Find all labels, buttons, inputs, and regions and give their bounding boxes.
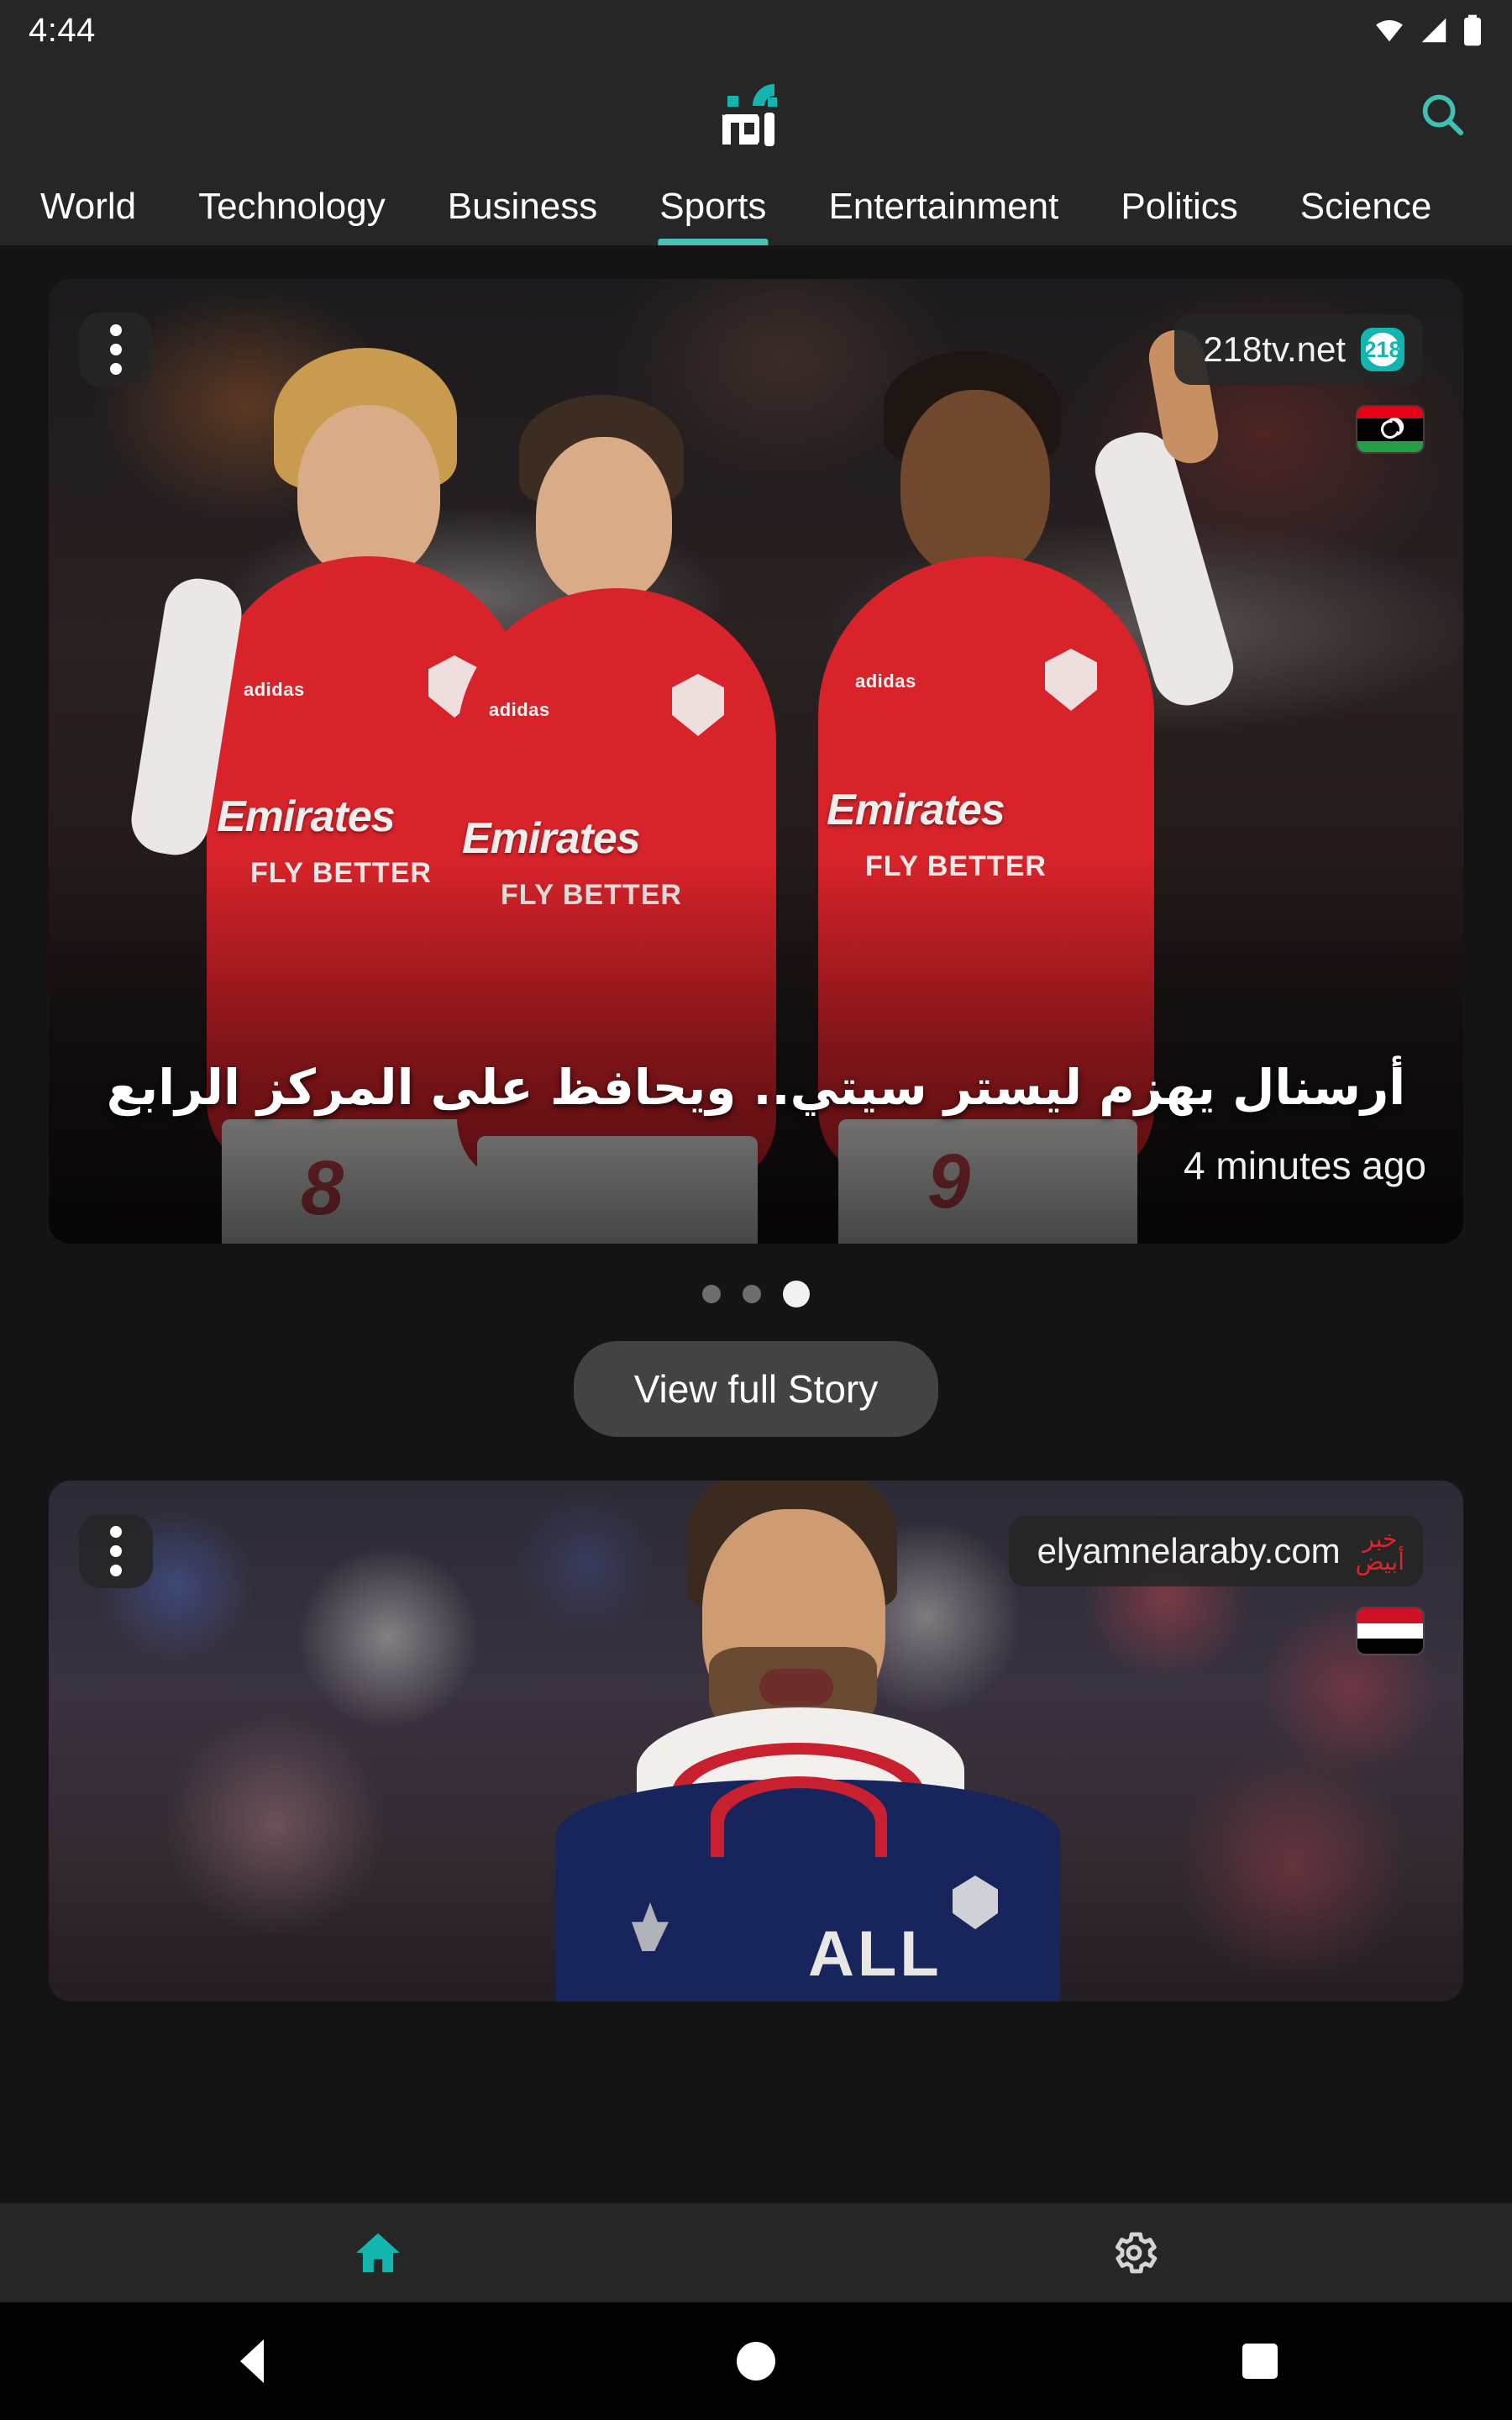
app-logo-icon [722, 84, 777, 146]
libya-flag-icon [1357, 407, 1423, 452]
pagination-dot-3[interactable] [783, 1281, 810, 1307]
home-circle-icon [737, 2342, 775, 2381]
crescent-star-icon [1377, 416, 1404, 443]
status-bar: 4:44 [0, 0, 1512, 60]
yemen-flag-icon [1357, 1608, 1423, 1654]
search-button[interactable] [1404, 76, 1480, 152]
flag-stripe [1357, 407, 1423, 418]
news-feed[interactable]: adidas Emirates FLY BETTER 8 adidas Emir… [0, 245, 1512, 2254]
more-vertical-icon-dot [110, 344, 122, 355]
source-logo-218-icon: 218 [1361, 328, 1404, 371]
recents-square-icon [1242, 2344, 1278, 2379]
tab-label: Business [447, 186, 598, 227]
news-card-arsenal[interactable]: adidas Emirates FLY BETTER 8 adidas Emir… [49, 279, 1463, 1244]
more-vertical-icon-dot [110, 1526, 122, 1538]
app-bar: أخبار [0, 60, 1512, 168]
mouth [759, 1669, 833, 1706]
collar-inner [724, 1788, 875, 1859]
tab-business[interactable]: Business [417, 168, 629, 245]
phone-screen: 4:44 World Technology Business Sports En… [0, 0, 1512, 2420]
bottom-nav-settings[interactable] [756, 2227, 1512, 2279]
more-vertical-icon-dot [110, 363, 122, 375]
tab-politics[interactable]: Politics [1089, 168, 1268, 245]
tab-label: Sports [659, 186, 767, 227]
card-image: adidas Emirates FLY BETTER 8 adidas Emir… [49, 279, 1463, 1244]
status-bar-icons [1373, 13, 1483, 47]
android-home-button[interactable] [504, 2342, 1008, 2381]
more-vertical-icon-dot [110, 1565, 122, 1576]
more-vertical-icon-dot [110, 324, 122, 336]
card-source-name: elyamnelaraby.com [1037, 1531, 1341, 1570]
card-image: ALL elyamnelaraby.com خبر أبيض [49, 1481, 1463, 2002]
flag-stripe [1357, 440, 1423, 452]
more-vertical-icon-dot [110, 1545, 122, 1557]
home-icon [356, 2233, 400, 2273]
flag-stripe [1357, 1639, 1423, 1654]
flag-stripe [1357, 416, 1423, 443]
carousel-pagination[interactable] [0, 1281, 1512, 1307]
flag-stripe [1357, 1623, 1423, 1639]
card-overflow-menu-button[interactable] [79, 313, 153, 387]
bottom-nav-home[interactable] [0, 2227, 756, 2279]
source-logo-text: 218 [1363, 336, 1402, 362]
android-navigation-bar [0, 2302, 1512, 2420]
pagination-dot-1[interactable] [702, 1285, 721, 1303]
tab-science[interactable]: Science [1269, 168, 1463, 245]
tab-label: World [40, 186, 137, 227]
source-logo-elyamnelaraby-icon: خبر أبيض [1355, 1525, 1404, 1576]
view-full-story-wrap: View full Story [0, 1341, 1512, 1437]
tab-technology[interactable]: Technology [167, 168, 417, 245]
news-card-messi[interactable]: ALL elyamnelaraby.com خبر أبيض [49, 1481, 1463, 2002]
pagination-dot-2[interactable] [743, 1285, 761, 1303]
android-recents-button[interactable] [1008, 2344, 1512, 2379]
card-source-badge[interactable]: elyamnelaraby.com خبر أبيض [1008, 1516, 1423, 1586]
wifi-icon [1376, 20, 1403, 42]
view-full-story-button[interactable]: View full Story [573, 1341, 939, 1437]
back-triangle-icon [240, 2339, 264, 2383]
search-icon [1422, 94, 1464, 136]
card-source-badge[interactable]: 218tv.net 218 [1174, 314, 1423, 385]
cellular-signal-icon [1421, 18, 1446, 43]
card-overflow-menu-button[interactable] [79, 1514, 153, 1588]
card-headline: أرسنال يهزم ليستر سيتي.. ويحافظ على المر… [106, 1058, 1406, 1116]
tab-label: Technology [198, 186, 386, 227]
bottom-navigation-bar [0, 2203, 1512, 2302]
category-tab-bar[interactable]: World Technology Business Sports Enterta… [0, 168, 1512, 245]
jersey-text: ALL [808, 1918, 942, 1990]
card-source-name: 218tv.net [1203, 329, 1346, 369]
flag-stripe [1357, 1608, 1423, 1624]
tab-world[interactable]: World [34, 168, 167, 245]
tab-sports[interactable]: Sports [628, 168, 797, 245]
card-timestamp: 4 minutes ago [1184, 1144, 1426, 1187]
tab-entertainment[interactable]: Entertainment [797, 168, 1089, 245]
gear-icon [1115, 2232, 1158, 2274]
android-back-button[interactable] [0, 2339, 504, 2383]
tab-label: Politics [1121, 186, 1238, 227]
tab-label: Entertainment [828, 186, 1059, 227]
battery-icon [1464, 14, 1481, 46]
tab-label: Science [1299, 186, 1432, 227]
status-bar-clock: 4:44 [29, 11, 96, 49]
app-logo: أخبار [706, 76, 806, 153]
